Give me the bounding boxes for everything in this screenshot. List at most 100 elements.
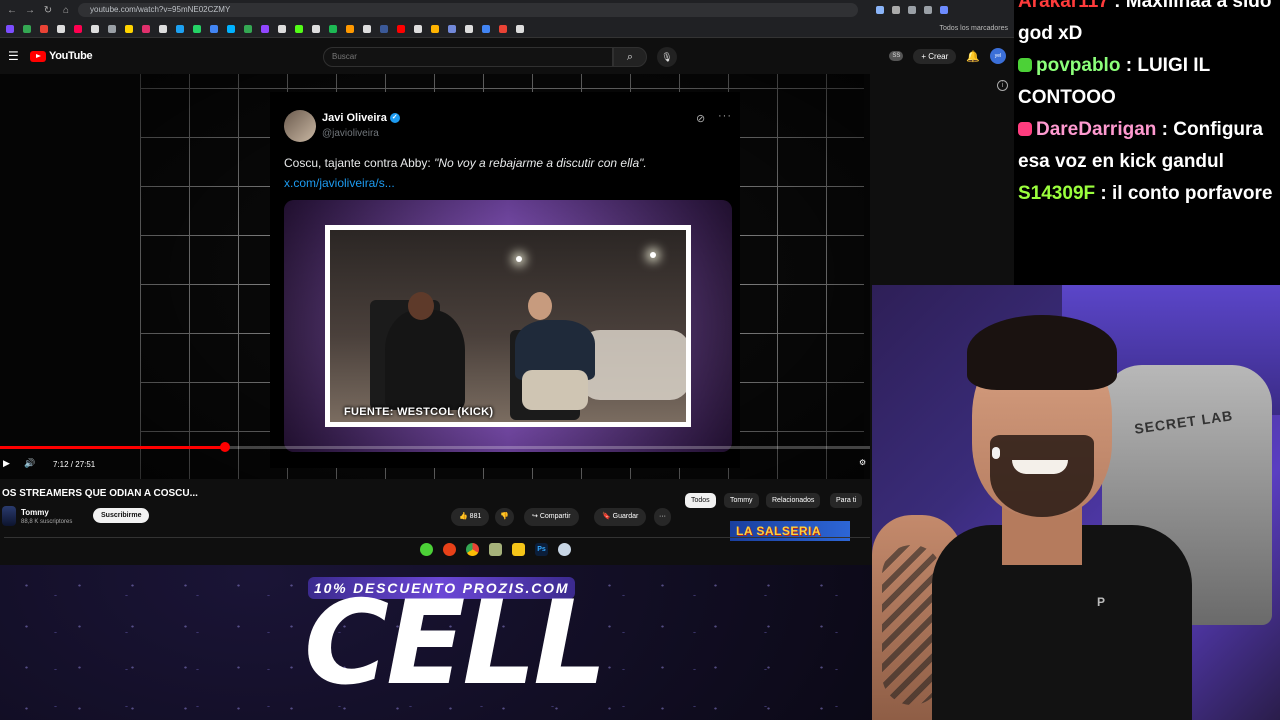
- chat-separator: :: [1108, 0, 1126, 12]
- bookmarks-bar: Todos los marcadores: [0, 20, 1014, 38]
- bookmark-icon[interactable]: [397, 24, 405, 33]
- volume-icon[interactable]: 🔊: [24, 458, 35, 469]
- bookmark-icon[interactable]: [193, 24, 201, 33]
- chat-separator: :: [1156, 119, 1174, 140]
- obs-icon[interactable]: [443, 543, 456, 556]
- subscriber-count: 88,8 K suscriptores: [21, 519, 73, 525]
- thumbs-down-icon: 👎: [500, 513, 509, 520]
- bookmark-icon[interactable]: [125, 24, 133, 33]
- bookmark-icon[interactable]: [108, 24, 116, 33]
- chip-para-ti[interactable]: Para ti: [830, 493, 863, 508]
- progress-fill: [0, 446, 225, 449]
- progress-knob[interactable]: [220, 442, 230, 452]
- bookmark-icon[interactable]: [142, 24, 150, 33]
- create-button[interactable]: + Crear: [913, 48, 957, 64]
- bookmark-save-icon: 🔖: [602, 513, 613, 520]
- bookmark-icon[interactable]: [346, 24, 354, 33]
- youtube-header: ☰ YouTube Buscar ⌕ 🎙 SS + Crear 🔔 yel: [0, 38, 1014, 74]
- all-bookmarks-label[interactable]: Todos los marcadores: [940, 25, 1008, 32]
- more-actions-button[interactable]: ···: [654, 508, 671, 526]
- share-label: Compartir: [539, 513, 571, 520]
- search-icon: ⌕: [626, 51, 634, 63]
- chat-username: S14309F: [1018, 183, 1096, 204]
- tweet-author: Javi Oliveira ✓: [322, 112, 400, 124]
- share-icon: ↪: [532, 513, 540, 520]
- youtube-logo[interactable]: YouTube: [30, 50, 93, 62]
- tweet-text-plain: Coscu, tajante contra Abby:: [284, 156, 435, 170]
- chip-todos[interactable]: Todos: [685, 493, 716, 508]
- extension-icon[interactable]: [924, 6, 932, 14]
- bookmark-icon[interactable]: [431, 24, 439, 33]
- folder-icon[interactable]: [512, 543, 525, 556]
- like-button[interactable]: 👍 881: [451, 508, 490, 526]
- bookmark-icon[interactable]: [499, 24, 507, 33]
- bookmark-icon[interactable]: [380, 24, 388, 33]
- dislike-button[interactable]: 👎: [495, 508, 514, 526]
- bookmark-icon[interactable]: [312, 24, 320, 33]
- chat-separator: :: [1120, 55, 1138, 76]
- photoshop-icon[interactable]: Ps: [535, 543, 548, 556]
- time-display: 7:12 / 27:51: [53, 460, 96, 469]
- bookmark-icon[interactable]: [482, 24, 490, 33]
- app-icon[interactable]: [558, 543, 571, 556]
- chrome-icon[interactable]: [466, 543, 479, 556]
- save-button[interactable]: 🔖 Guardar: [594, 508, 647, 526]
- back-icon[interactable]: ←: [6, 5, 18, 16]
- subscribe-button[interactable]: Suscribirme: [93, 508, 150, 523]
- bookmark-icon[interactable]: [159, 24, 167, 33]
- profile-icon[interactable]: [940, 6, 948, 14]
- search-button[interactable]: ⌕: [613, 47, 647, 67]
- address-bar[interactable]: youtube.com/watch?v=95mNE02CZMY: [78, 3, 858, 17]
- reload-icon[interactable]: ↻: [42, 5, 54, 16]
- bookmark-icon[interactable]: [465, 24, 473, 33]
- more-icon: ···: [718, 110, 732, 122]
- home-icon[interactable]: ⌂: [60, 5, 72, 16]
- video-player[interactable]: Javi Oliveira ✓ @javioliveira ⊘ ··· Coscu…: [0, 74, 870, 479]
- earbud: [992, 447, 1000, 459]
- bookmark-icon[interactable]: [6, 24, 14, 33]
- menu-icon[interactable]: ☰: [8, 49, 24, 63]
- search-input[interactable]: Buscar: [323, 47, 613, 67]
- bookmark-icon[interactable]: [210, 24, 218, 33]
- bookmark-icon[interactable]: [329, 24, 337, 33]
- channel-avatar[interactable]: [2, 506, 16, 526]
- channel-name[interactable]: Tommy: [21, 508, 49, 517]
- recommended-thumbnail[interactable]: LA SALSERIA: [730, 521, 850, 541]
- play-icon[interactable]: ▶: [3, 458, 10, 469]
- bookmark-icon[interactable]: [448, 24, 456, 33]
- chat-message: S14309F : il conto porfavore: [1018, 178, 1274, 210]
- bookmark-icon[interactable]: [40, 24, 48, 33]
- chip-relacionados[interactable]: Relacionados: [766, 493, 821, 508]
- streamer-beard: [990, 435, 1094, 517]
- account-badge[interactable]: SS: [889, 51, 904, 61]
- share-button[interactable]: ↪ Compartir: [524, 508, 579, 526]
- extension-icon[interactable]: [876, 6, 884, 14]
- forward-icon[interactable]: →: [24, 5, 36, 16]
- bookmark-icon[interactable]: [23, 24, 31, 33]
- user-avatar[interactable]: yel: [990, 48, 1006, 64]
- app-icon[interactable]: [489, 543, 502, 556]
- bookmark-icon[interactable]: [57, 24, 65, 33]
- ceiling-light: [516, 256, 522, 262]
- info-icon[interactable]: i: [997, 80, 1008, 91]
- voice-search-button[interactable]: 🎙: [657, 47, 677, 67]
- bookmark-icon[interactable]: [91, 24, 99, 33]
- settings-icon[interactable]: ⚙: [859, 458, 866, 467]
- bookmark-icon[interactable]: [516, 24, 524, 33]
- bookmark-icon[interactable]: [261, 24, 269, 33]
- chip-tommy[interactable]: Tommy: [724, 493, 759, 508]
- bookmark-icon[interactable]: [278, 24, 286, 33]
- bookmark-icon[interactable]: [363, 24, 371, 33]
- bookmark-icon[interactable]: [227, 24, 235, 33]
- extension-icon[interactable]: [908, 6, 916, 14]
- progress-bar[interactable]: [0, 442, 870, 452]
- bookmark-icon[interactable]: [414, 24, 422, 33]
- bookmark-icon[interactable]: [176, 24, 184, 33]
- bookmark-icon[interactable]: [295, 24, 303, 33]
- spotify-icon[interactable]: [420, 543, 433, 556]
- bookmark-icon[interactable]: [74, 24, 82, 33]
- youtube-logo-text: YouTube: [49, 50, 93, 62]
- bookmark-icon[interactable]: [244, 24, 252, 33]
- notifications-icon[interactable]: 🔔: [966, 50, 980, 63]
- extension-icon[interactable]: [892, 6, 900, 14]
